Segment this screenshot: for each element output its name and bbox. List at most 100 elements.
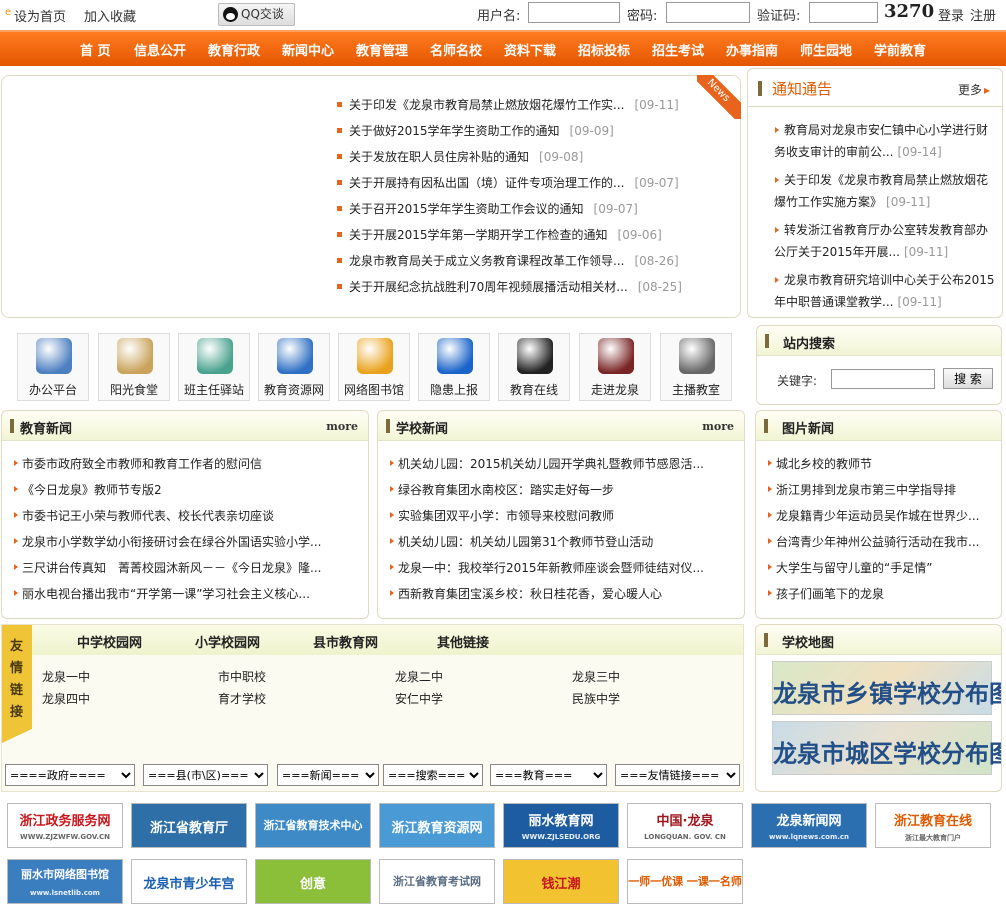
partner-banner[interactable]: 浙江教育在线 浙江最大教育门户 — [875, 803, 991, 848]
news-list-item[interactable]: 机关幼儿园：2015机关幼儿园开学典礼暨教师节感恩活... — [398, 455, 738, 472]
nav-home[interactable]: 首 页 — [80, 40, 111, 59]
headline-bullet — [337, 180, 342, 185]
school-news-more-link[interactable]: more — [702, 420, 734, 433]
headline-news-item[interactable]: 关于做好2015学年学生资助工作的通知 [09-09] — [349, 122, 614, 139]
nav-edu-management[interactable]: 教育管理 — [356, 40, 408, 59]
quick-link-books[interactable]: 网络图书馆 — [338, 333, 410, 401]
captcha-input[interactable] — [809, 2, 878, 23]
news-list-item[interactable]: 台湾青少年神州公益骑行活动在我市... — [776, 533, 998, 550]
quick-link-globe[interactable]: 教育资源网 — [258, 333, 330, 401]
friend-link[interactable]: 龙泉二中 — [395, 668, 443, 685]
partner-banner[interactable]: 浙江政务服务网 WWW.ZJZWFW.GOV.CN — [7, 803, 123, 848]
headline-news-item[interactable]: 关于印发《龙泉市教育局禁止燃放烟花爆竹工作实... [09-11] — [349, 96, 679, 113]
friend-link[interactable]: 安仁中学 — [395, 690, 443, 707]
site-search-button[interactable]: 搜 索 — [943, 368, 993, 389]
partner-banner[interactable]: 浙江教育资源网 — [379, 803, 495, 848]
login-link[interactable]: 登录 — [938, 5, 964, 24]
qq-chat-button[interactable]: QQ交谈 — [218, 3, 295, 26]
quick-link-food[interactable]: 阳光食堂 — [98, 333, 170, 401]
friend-links-tab[interactable]: 其他链接 — [437, 632, 489, 651]
news-list-item[interactable]: 三尺讲台传真知 菁菁校园沐新风－－《今日龙泉》隆... — [22, 559, 362, 576]
news-list-item[interactable]: 绿谷教育集团水南校区：踏实走好每一步 — [398, 481, 738, 498]
nav-campus[interactable]: 师生园地 — [800, 40, 852, 59]
site-select[interactable]: ===新闻=== — [277, 764, 379, 786]
partner-banner[interactable]: 龙泉新闻网 www.lqnews.com.cn — [751, 803, 867, 848]
nav-edu-admin[interactable]: 教育行政 — [208, 40, 260, 59]
news-list-item[interactable]: 实验集团双平小学：市领导来校慰问教师 — [398, 507, 738, 524]
friend-links-tab[interactable]: 小学校园网 — [195, 632, 260, 651]
headline-news-item[interactable]: 关于开展持有因私出国（境）证件专项治理工作的... [09-07] — [349, 174, 679, 191]
friend-links-tab[interactable]: 中学校园网 — [77, 632, 142, 651]
friend-link[interactable]: 龙泉三中 — [572, 668, 620, 685]
captcha-image[interactable]: 3270 — [884, 1, 934, 22]
add-favorite-link[interactable]: 加入收藏 — [84, 6, 136, 25]
site-select[interactable]: ====政府==== — [5, 764, 135, 786]
notice-item[interactable]: 关于印发《龙泉市教育局禁止燃放烟花爆竹工作实施方案》 [09-11] — [774, 169, 996, 213]
rural-school-map-link[interactable]: 龙泉市乡镇学校分布图 — [772, 661, 1001, 715]
headline-news-item[interactable]: 关于开展纪念抗战胜利70周年视频展播活动相关材... [08-25] — [349, 278, 682, 295]
headline-news-item[interactable]: 关于开展2015学年第一学期开学工作检查的通知 [09-06] — [349, 226, 662, 243]
partner-banner[interactable]: 创意 — [255, 859, 371, 904]
nav-admissions[interactable]: 招生考试 — [652, 40, 704, 59]
friend-links-tab[interactable]: 县市教育网 — [313, 632, 378, 651]
partner-banner[interactable]: 钱江潮 — [503, 859, 619, 904]
set-home-link[interactable]: 设为首页 — [14, 6, 66, 25]
headline-news-item[interactable]: 龙泉市教育局关于成立义务教育课程改革工作领导... [08-26] — [349, 252, 679, 269]
partner-banner[interactable]: 浙江省教育技术中心 — [255, 803, 371, 848]
site-select[interactable]: ===搜索=== — [383, 764, 483, 786]
partner-banner[interactable]: 丽水市网络图书馆 www.lsnetlib.com — [7, 859, 123, 904]
news-list-item[interactable]: 龙泉市小学数学幼小衔接研讨会在绿谷外国语实验小学... — [22, 533, 362, 550]
urban-school-map-link[interactable]: 龙泉市城区学校分布图 — [772, 721, 1001, 775]
quick-link-computer[interactable]: 办公平台 — [17, 333, 89, 401]
quick-link-camera[interactable]: 主播教室 — [660, 333, 732, 401]
friend-link[interactable]: 龙泉一中 — [42, 668, 90, 685]
nav-info-public[interactable]: 信息公开 — [134, 40, 186, 59]
news-list-item[interactable]: 市委书记王小荣与教师代表、校长代表亲切座谈 — [22, 507, 362, 524]
news-list-item[interactable]: 龙泉一中：我校举行2015年新教师座谈会暨师徒结对仪... — [398, 559, 738, 576]
partner-banner[interactable]: 浙江省教育厅 — [131, 803, 247, 848]
news-list-item[interactable]: 西新教育集团宝溪乡校：秋日桂花香，爱心暖人心 — [398, 585, 738, 602]
friend-link[interactable]: 龙泉四中 — [42, 690, 90, 707]
nav-service-guide[interactable]: 办事指南 — [726, 40, 778, 59]
nav-famous-teachers[interactable]: 名师名校 — [430, 40, 482, 59]
password-input[interactable] — [666, 2, 750, 23]
nav-news-center[interactable]: 新闻中心 — [282, 40, 334, 59]
quick-link-teacher[interactable]: 班主任驿站 — [178, 333, 250, 401]
news-list-item[interactable]: 大学生与留守儿童的“手足情” — [776, 559, 998, 576]
friend-link[interactable]: 育才学校 — [218, 690, 266, 707]
partner-banner[interactable]: 一师一优课 一课一名师 — [627, 859, 743, 904]
nav-preschool[interactable]: 学前教育 — [874, 40, 926, 59]
quick-link-graduate[interactable]: 教育在线 — [498, 333, 570, 401]
news-list-item[interactable]: 市委市政府致全市教师和教育工作者的慰问信 — [22, 455, 362, 472]
quick-link-safety-badge[interactable]: 隐患上报 — [418, 333, 490, 401]
headline-news-item[interactable]: 关于发放在职人员住房补贴的通知 [09-08] — [349, 148, 583, 165]
site-select[interactable]: ===友情链接=== — [615, 764, 740, 786]
notice-item[interactable]: 龙泉市教育研究培训中心关于公布2015年中职普通课堂教学... [09-11] — [774, 269, 996, 313]
news-list-item[interactable]: 龙泉籍青少年运动员吴作城在世界少... — [776, 507, 998, 524]
site-select[interactable]: ===教育=== — [490, 764, 607, 786]
quick-link-calligraphy[interactable]: 走进龙泉 — [579, 333, 651, 401]
site-search-input[interactable] — [831, 369, 935, 389]
partner-banner[interactable]: 丽水教育网 WWW.ZJLSEDU.ORG — [503, 803, 619, 848]
notice-item[interactable]: 教育局对龙泉市安仁镇中心小学进行财务收支审计的审前公... [09-14] — [774, 119, 996, 163]
news-list-item[interactable]: 浙江男排到龙泉市第三中学指导排 — [776, 481, 998, 498]
nav-downloads[interactable]: 资料下载 — [504, 40, 556, 59]
username-input[interactable] — [528, 2, 620, 23]
nav-bidding[interactable]: 招标投标 — [578, 40, 630, 59]
notice-more-link[interactable]: 更多 ▸ — [958, 81, 990, 98]
edu-news-more-link[interactable]: more — [326, 420, 358, 433]
news-list-item[interactable]: 机关幼儿园：机关幼儿园第31个教师节登山活动 — [398, 533, 738, 550]
news-list-item[interactable]: 城北乡校的教师节 — [776, 455, 998, 472]
friend-link[interactable]: 民族中学 — [572, 690, 620, 707]
news-list-item[interactable]: 《今日龙泉》教师节专版2 — [22, 481, 362, 498]
register-link[interactable]: 注册 — [970, 5, 996, 24]
partner-banner[interactable]: 中国·龙泉 LONGQUAN. GOV. CN — [627, 803, 743, 848]
notice-item[interactable]: 转发浙江省教育厅办公室转发教育部办公厅关于2015年开展... [09-11] — [774, 219, 996, 263]
partner-banner[interactable]: 浙江省教育考试网 — [379, 859, 495, 904]
news-list-item[interactable]: 孩子们画笔下的龙泉 — [776, 585, 998, 602]
site-select[interactable]: ===县(市\区)=== — [143, 764, 268, 786]
friend-link[interactable]: 市中职校 — [218, 668, 266, 685]
news-list-item[interactable]: 丽水电视台播出我市“开学第一课”学习社会主义核心... — [22, 585, 362, 602]
partner-banner[interactable]: 龙泉市青少年宫 — [131, 859, 247, 904]
headline-news-item[interactable]: 关于召开2015学年学生资助工作会议的通知 [09-07] — [349, 200, 638, 217]
